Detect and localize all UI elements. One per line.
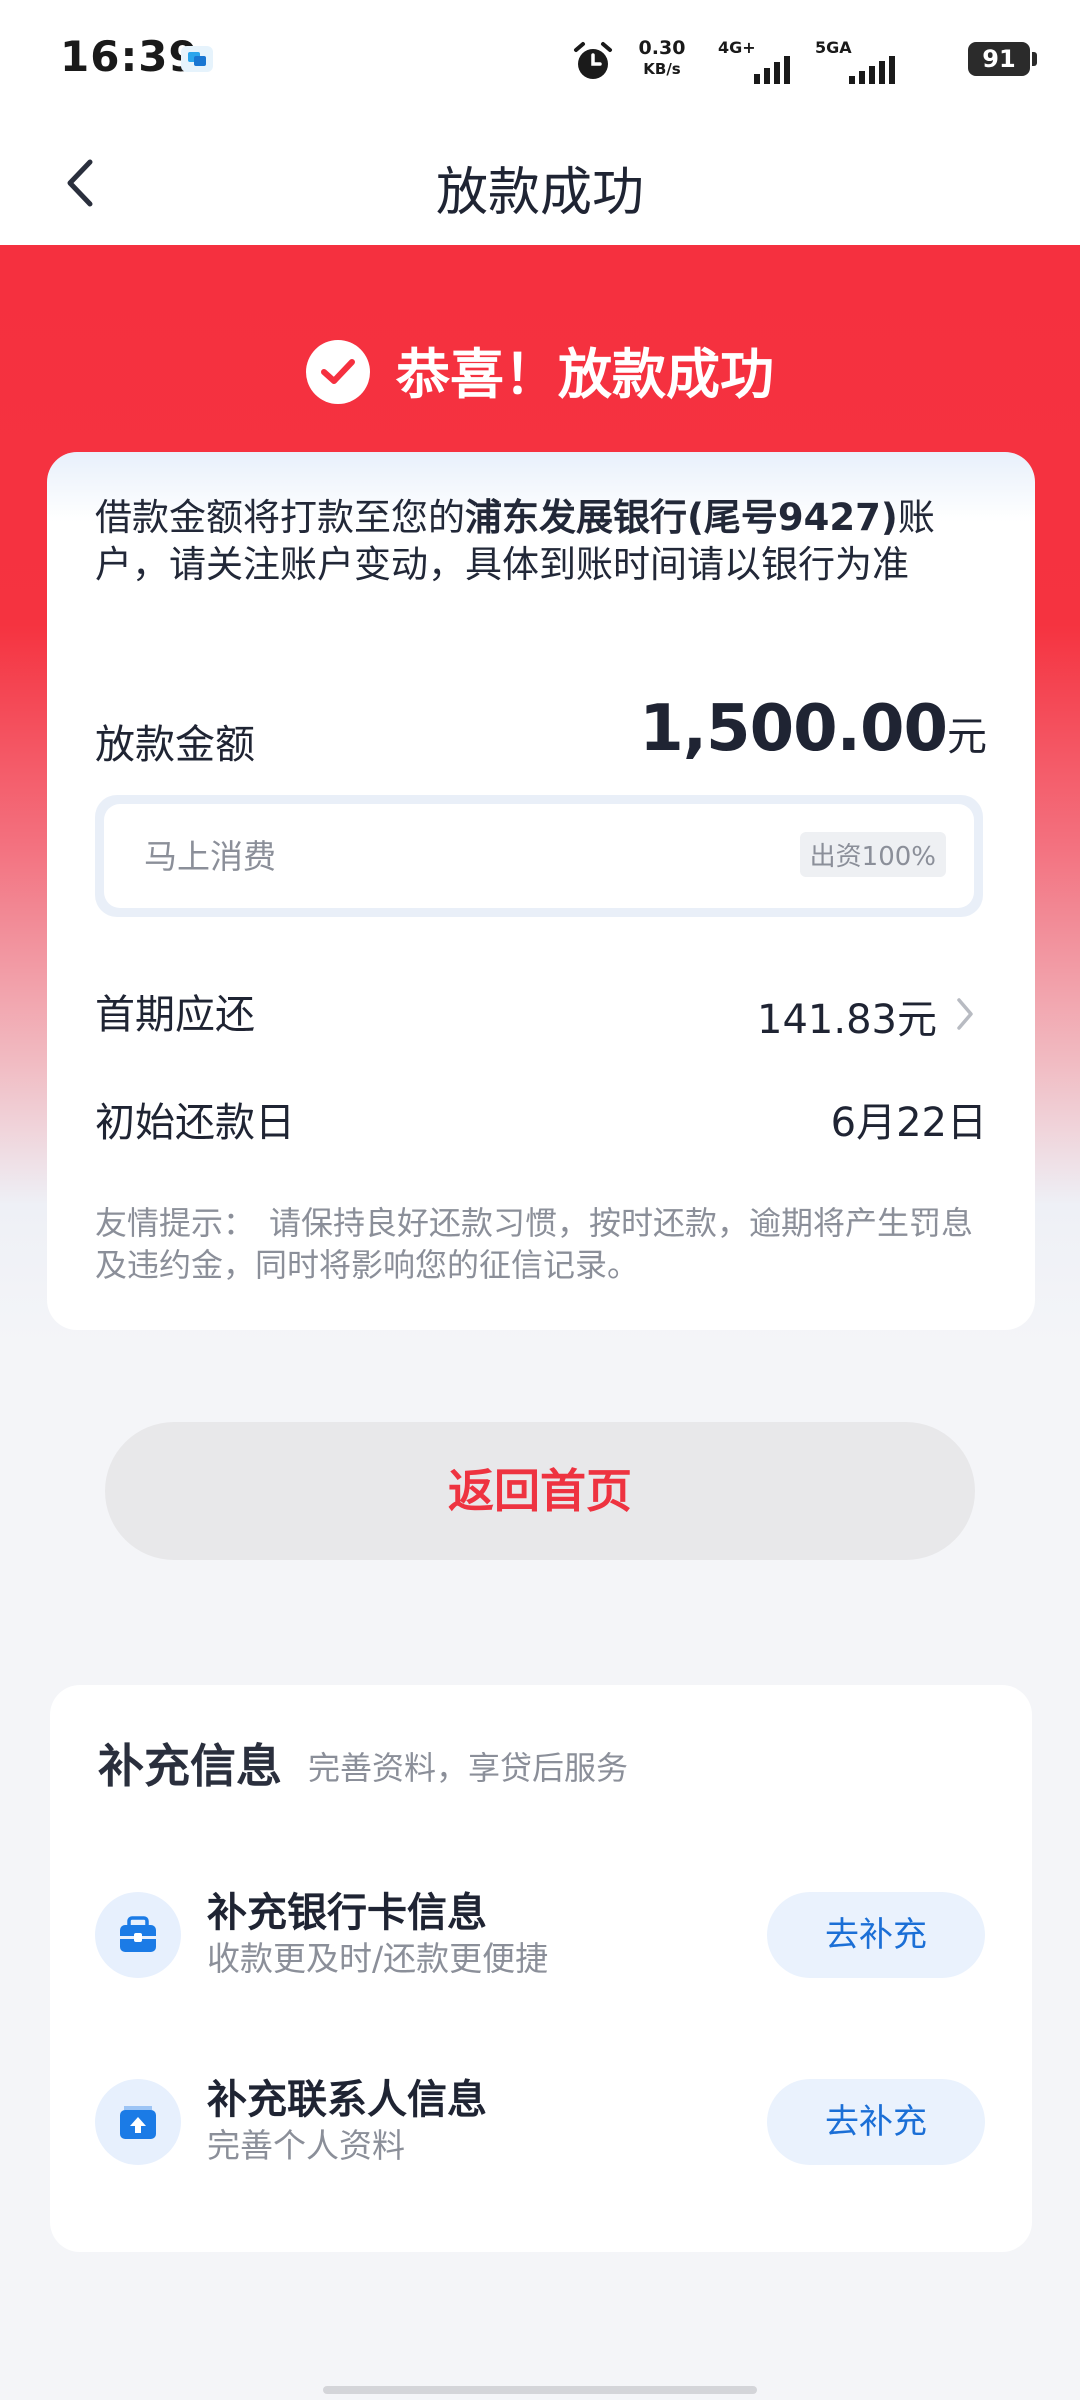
briefcase-icon: [95, 1892, 181, 1978]
status-indicators: 0.30 KB/s 4G+ 5GA 91: [510, 34, 1037, 90]
upload-folder-icon: [95, 2079, 181, 2165]
bank-account-name: 浦东发展银行(尾号9427): [465, 496, 898, 539]
lender-name: 马上消费: [144, 837, 276, 876]
status-bar: 16:39 0.30 KB/s 4G+ 5GA 91: [0, 0, 1080, 120]
supplement-item-desc: 收款更及时/还款更便捷: [207, 1939, 549, 1978]
first-repayment-value: 141.83元: [757, 997, 937, 1043]
amount-value: 1,500.00元: [639, 692, 987, 766]
home-gesture-bar[interactable]: [323, 2386, 757, 2394]
amount-label: 放款金额: [95, 722, 255, 768]
battery-indicator: 91: [968, 42, 1037, 76]
signal-5ga-icon: 5GA: [815, 38, 895, 84]
first-repayment-label: 首期应还: [95, 992, 255, 1038]
alarm-clock-icon: [574, 42, 612, 79]
supplement-title: 补充信息: [98, 1739, 282, 1793]
disbursement-notice: 借款金额将打款至您的浦东发展银行(尾号9427)账户，请关注账户变动，具体到账时…: [95, 496, 935, 586]
status-time: 16:39: [60, 32, 199, 81]
supplement-item-name: 补充银行卡信息: [207, 1890, 487, 1936]
page-title: 放款成功: [435, 163, 644, 223]
supplement-contact-button[interactable]: 去补充: [767, 2079, 985, 2165]
start-date-label: 初始还款日: [95, 1100, 295, 1146]
loan-detail-card: 借款金额将打款至您的浦东发展银行(尾号9427)账户，请关注账户变动，具体到账时…: [47, 452, 1035, 1330]
start-date-value: 6月22日: [830, 1100, 987, 1146]
signal-4g-icon: 4G+: [718, 38, 790, 84]
check-circle-icon: [306, 340, 370, 405]
success-title: 恭喜！放款成功: [396, 343, 774, 406]
supplement-item-name: 补充联系人信息: [207, 2077, 487, 2123]
supplement-bank-card-button[interactable]: 去补充: [767, 1892, 985, 1978]
friendly-tips: 友情提示： 请保持良好还款习惯，按时还款，逾期将产生罚息及违约金，同时将影响您的征…: [95, 1204, 974, 1284]
supplement-item-bank-card: 补充银行卡信息 收款更及时/还款更便捷 去补充: [50, 1880, 1032, 1990]
supplement-item-contact: 补充联系人信息 完善个人资料 去补充: [50, 2067, 1032, 2177]
funding-share-badge: 出资100%: [799, 832, 946, 877]
supplement-subtitle: 完善资料，享贷后服务: [308, 1749, 629, 1787]
first-repayment-link[interactable]: 141.83元: [757, 987, 975, 1045]
supplement-item-desc: 完善个人资料: [207, 2126, 405, 2165]
lender-box: 马上消费 出资100%: [95, 795, 983, 917]
supplement-card: 补充信息 完善资料，享贷后服务 补充银行卡信息 收款更及时/还款更便捷 去补充 …: [50, 1685, 1032, 2252]
network-speed: 0.30 KB/s: [638, 37, 686, 79]
app-notification-icon: [181, 46, 213, 72]
return-home-button[interactable]: 返回首页: [105, 1422, 975, 1560]
chevron-right-icon: [955, 996, 975, 1042]
nav-bar: 放款成功: [0, 120, 1080, 245]
success-title-row: 恭喜！放款成功: [0, 330, 1080, 410]
